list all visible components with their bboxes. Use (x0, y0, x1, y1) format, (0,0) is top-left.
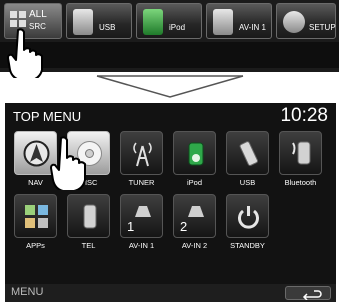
apps-grid-icon (25, 205, 48, 228)
tile-apps[interactable]: APPs (14, 194, 57, 254)
tile-ipod-face (173, 131, 216, 175)
ipod-icon (188, 142, 204, 166)
av-input-icon (213, 9, 233, 35)
down-arrow-icon (96, 75, 244, 98)
usb-source-button[interactable]: USB (66, 3, 132, 39)
gear-icon (283, 11, 305, 33)
tile-tuner-face (120, 131, 163, 175)
setup-source-button[interactable]: SETUP (276, 3, 336, 39)
tile-ipod-label: iPod (186, 178, 202, 187)
pointing-hand-icon (7, 28, 43, 78)
navigation-icon (23, 140, 50, 167)
tile-usb-face (226, 131, 269, 175)
av-in1-number: 1 (127, 219, 135, 234)
usb-stick-icon (73, 9, 93, 35)
av-in1-source-button[interactable]: AV-IN 1 (206, 3, 272, 39)
tile-standby-label: STANDBY (230, 241, 265, 250)
tile-av-in2-label: AV-IN 2 (181, 241, 208, 250)
all-sources-label-line1: ALL (29, 9, 47, 20)
tile-usb-label: USB (239, 178, 256, 187)
tile-tel-label: TEL (81, 241, 96, 250)
tile-apps-label: APPs (26, 241, 45, 250)
setup-source-label: SETUP (309, 23, 336, 32)
usb-stick-icon (239, 141, 259, 166)
av-in1-source-label: AV-IN 1 (239, 23, 266, 32)
antenna-icon (133, 142, 152, 167)
tile-usb[interactable]: USB (226, 131, 269, 191)
all-sources-grid-icon (10, 11, 26, 27)
menu-button[interactable]: MENU (11, 286, 43, 298)
back-button[interactable] (285, 286, 331, 301)
pointing-hand-icon (50, 136, 86, 190)
power-icon (238, 206, 259, 229)
tile-bluetooth-label: Bluetooth (284, 178, 317, 187)
tile-tel[interactable]: TEL (67, 194, 110, 254)
tile-av-in2-face: 2 (173, 194, 216, 238)
screen-title: TOP MENU (13, 109, 82, 124)
tile-tuner-label: TUNER (128, 178, 155, 187)
ipod-icon (143, 9, 163, 35)
tile-bluetooth-face (279, 131, 322, 175)
tile-av-in2[interactable]: 2 AV-IN 2 (173, 194, 216, 254)
tile-av-in1[interactable]: 1 AV-IN 1 (120, 194, 163, 254)
top-menu-screen: TOP MENU 10:28 NAV DISC TUNER iPod USB B… (5, 103, 336, 302)
tile-standby[interactable]: STANDBY (226, 194, 269, 254)
tile-tuner[interactable]: TUNER (120, 131, 163, 191)
tile-av-in1-face: 1 (120, 194, 163, 238)
telephone-icon (83, 204, 97, 229)
clock: 10:28 (280, 105, 328, 126)
bottom-bar: MENU (5, 284, 336, 302)
usb-source-label: USB (99, 23, 116, 32)
av-in2-number: 2 (180, 219, 188, 234)
tile-bluetooth[interactable]: Bluetooth (279, 131, 322, 191)
ipod-source-label: iPod (169, 23, 186, 32)
tile-apps-face (14, 194, 57, 238)
bluetooth-phone-icon (292, 141, 311, 165)
return-arrow-icon (302, 290, 322, 301)
tile-standby-face (226, 194, 269, 238)
tile-ipod[interactable]: iPod (173, 131, 216, 191)
tile-av-in1-label: AV-IN 1 (128, 241, 155, 250)
ipod-source-button[interactable]: iPod (136, 3, 202, 39)
tile-tel-face (67, 194, 110, 238)
